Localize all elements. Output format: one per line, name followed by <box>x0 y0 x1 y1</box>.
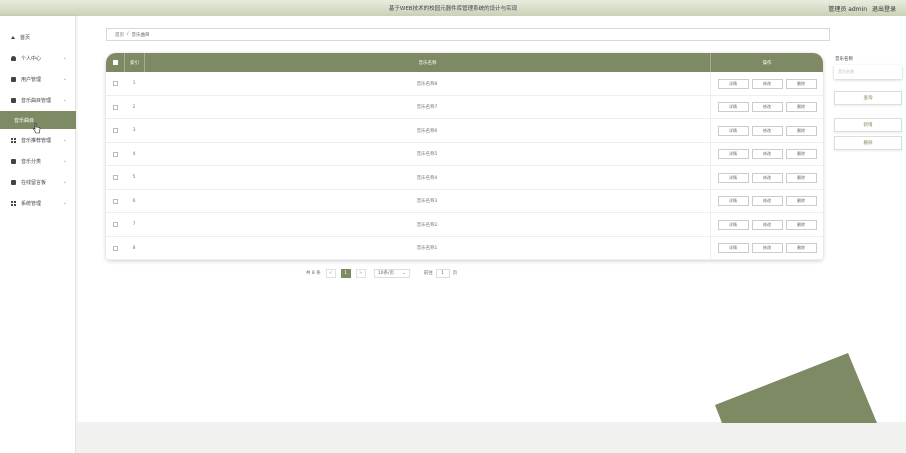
decorative-shape <box>715 353 877 423</box>
